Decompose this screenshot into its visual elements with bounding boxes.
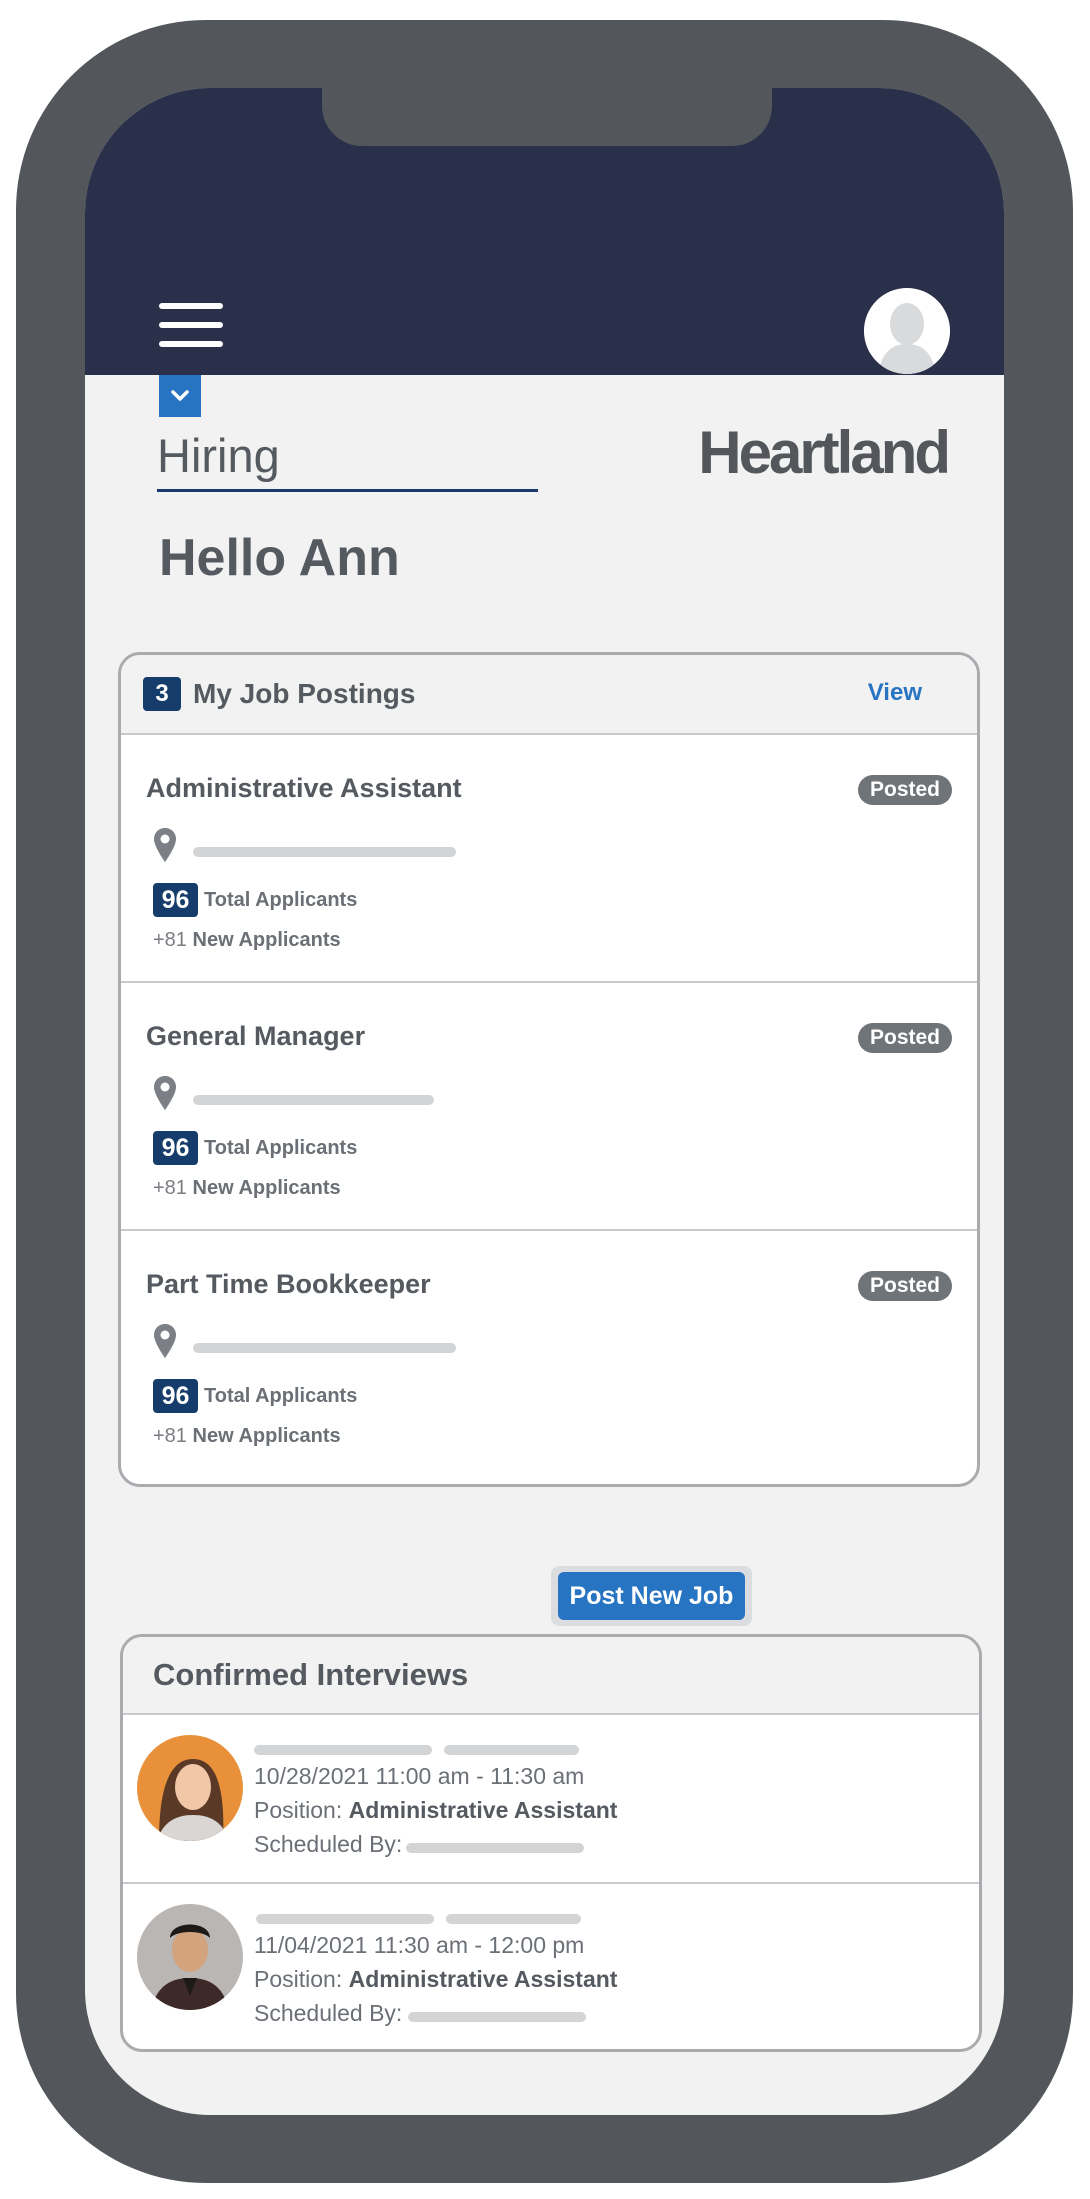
new-applicants-label: New Applicants: [192, 929, 341, 951]
interview-item[interactable]: 11/04/2021 11:30 am - 12:00 pm Position:…: [123, 1884, 979, 2049]
job-posting-item[interactable]: Administrative Assistant Posted 96 Total…: [121, 735, 977, 983]
section-selector[interactable]: Hiring: [157, 428, 538, 492]
job-postings-header: 3 My Job Postings View: [121, 655, 977, 735]
post-new-job-button[interactable]: Post New Job: [558, 1572, 745, 1620]
position-value: Administrative Assistant: [348, 1966, 618, 1992]
app-screen: Hiring Heartland Hello Ann 3 My Job Post…: [85, 88, 1004, 2115]
location-placeholder: [193, 847, 456, 857]
interview-position: Position: Administrative Assistant: [254, 1797, 617, 1824]
location-pin-icon: [154, 828, 176, 862]
candidate-name-placeholder: [256, 1914, 434, 1924]
status-badge: Posted: [857, 1271, 952, 1301]
total-applicants: 96 Total Applicants: [153, 1379, 357, 1413]
position-label: Position:: [254, 1797, 343, 1823]
total-applicants: 96 Total Applicants: [153, 1131, 357, 1165]
position-value: Administrative Assistant: [348, 1797, 618, 1823]
top-header-bar: [85, 88, 1004, 375]
status-badge: Posted: [857, 775, 952, 805]
chevron-down-icon: [171, 390, 189, 401]
phone-frame: Hiring Heartland Hello Ann 3 My Job Post…: [16, 20, 1073, 2183]
brand-logo: Heartland: [698, 419, 951, 486]
new-applicants-label: New Applicants: [192, 1425, 341, 1447]
job-postings-title: My Job Postings: [193, 678, 416, 709]
scheduled-by: Scheduled By:: [254, 2000, 402, 2027]
new-applicants: +81 New Applicants: [153, 1177, 341, 1200]
candidate-avatar: [137, 1735, 243, 1841]
candidate-avatar: [137, 1904, 243, 2010]
new-applicants: +81 New Applicants: [153, 1425, 341, 1448]
total-applicants-label: Total Applicants: [204, 888, 358, 911]
job-posting-item[interactable]: General Manager Posted 96 Total Applican…: [121, 983, 977, 1231]
location-pin-icon: [154, 1076, 176, 1110]
confirmed-interviews-card: Confirmed Interviews 10/28/2021 11:00 am…: [120, 1634, 982, 2052]
job-posting-item[interactable]: Part Time Bookkeeper Posted 96 Total App…: [121, 1231, 977, 1479]
job-title: Administrative Assistant: [146, 773, 462, 803]
view-job-postings-link[interactable]: View: [868, 679, 922, 707]
new-applicants-count: +81: [153, 1425, 187, 1447]
scheduled-by-placeholder: [408, 2012, 586, 2022]
total-applicants-label: Total Applicants: [204, 1136, 358, 1159]
interview-datetime: 10/28/2021 11:00 am - 11:30 am: [254, 1763, 585, 1789]
section-dropdown-button[interactable]: [159, 375, 201, 417]
new-applicants: +81 New Applicants: [153, 929, 341, 952]
total-applicants-label: Total Applicants: [204, 1384, 358, 1407]
job-postings-card: 3 My Job Postings View Administrative As…: [118, 652, 980, 1487]
post-new-job-wrapper: Post New Job: [551, 1566, 752, 1626]
location-placeholder: [193, 1343, 456, 1353]
candidate-detail-placeholder: [444, 1745, 579, 1755]
interview-item[interactable]: 10/28/2021 11:00 am - 11:30 am Position:…: [123, 1715, 979, 1884]
job-title: Part Time Bookkeeper: [146, 1269, 431, 1299]
scheduled-by-placeholder: [406, 1843, 584, 1853]
job-title: General Manager: [146, 1021, 366, 1051]
location-placeholder: [193, 1095, 434, 1105]
phone-notch: [322, 88, 772, 146]
new-applicants-label: New Applicants: [192, 1177, 341, 1199]
interview-position: Position: Administrative Assistant: [254, 1966, 617, 1993]
scheduled-by-label: Scheduled By:: [254, 1831, 403, 1857]
greeting-heading: Hello Ann: [159, 529, 400, 587]
scheduled-by-label: Scheduled By:: [254, 2000, 403, 2026]
candidate-name-placeholder: [254, 1745, 432, 1755]
position-label: Position:: [254, 1966, 343, 1992]
hamburger-menu-icon[interactable]: [159, 303, 223, 347]
total-applicants-count: 96: [153, 1379, 198, 1413]
job-count-badge: 3: [143, 677, 181, 711]
candidate-detail-placeholder: [446, 1914, 581, 1924]
new-applicants-count: +81: [153, 929, 187, 951]
user-avatar-icon[interactable]: [864, 288, 950, 374]
confirmed-interviews-header: Confirmed Interviews: [123, 1637, 979, 1715]
location-pin-icon: [154, 1324, 176, 1358]
scheduled-by: Scheduled By:: [254, 1831, 402, 1858]
total-applicants-count: 96: [153, 1131, 198, 1165]
total-applicants-count: 96: [153, 883, 198, 917]
new-applicants-count: +81: [153, 1177, 187, 1199]
status-badge: Posted: [857, 1023, 952, 1053]
total-applicants: 96 Total Applicants: [153, 883, 357, 917]
confirmed-interviews-title: Confirmed Interviews: [153, 1657, 469, 1692]
interview-datetime: 11/04/2021 11:30 am - 12:00 pm: [254, 1932, 585, 1958]
